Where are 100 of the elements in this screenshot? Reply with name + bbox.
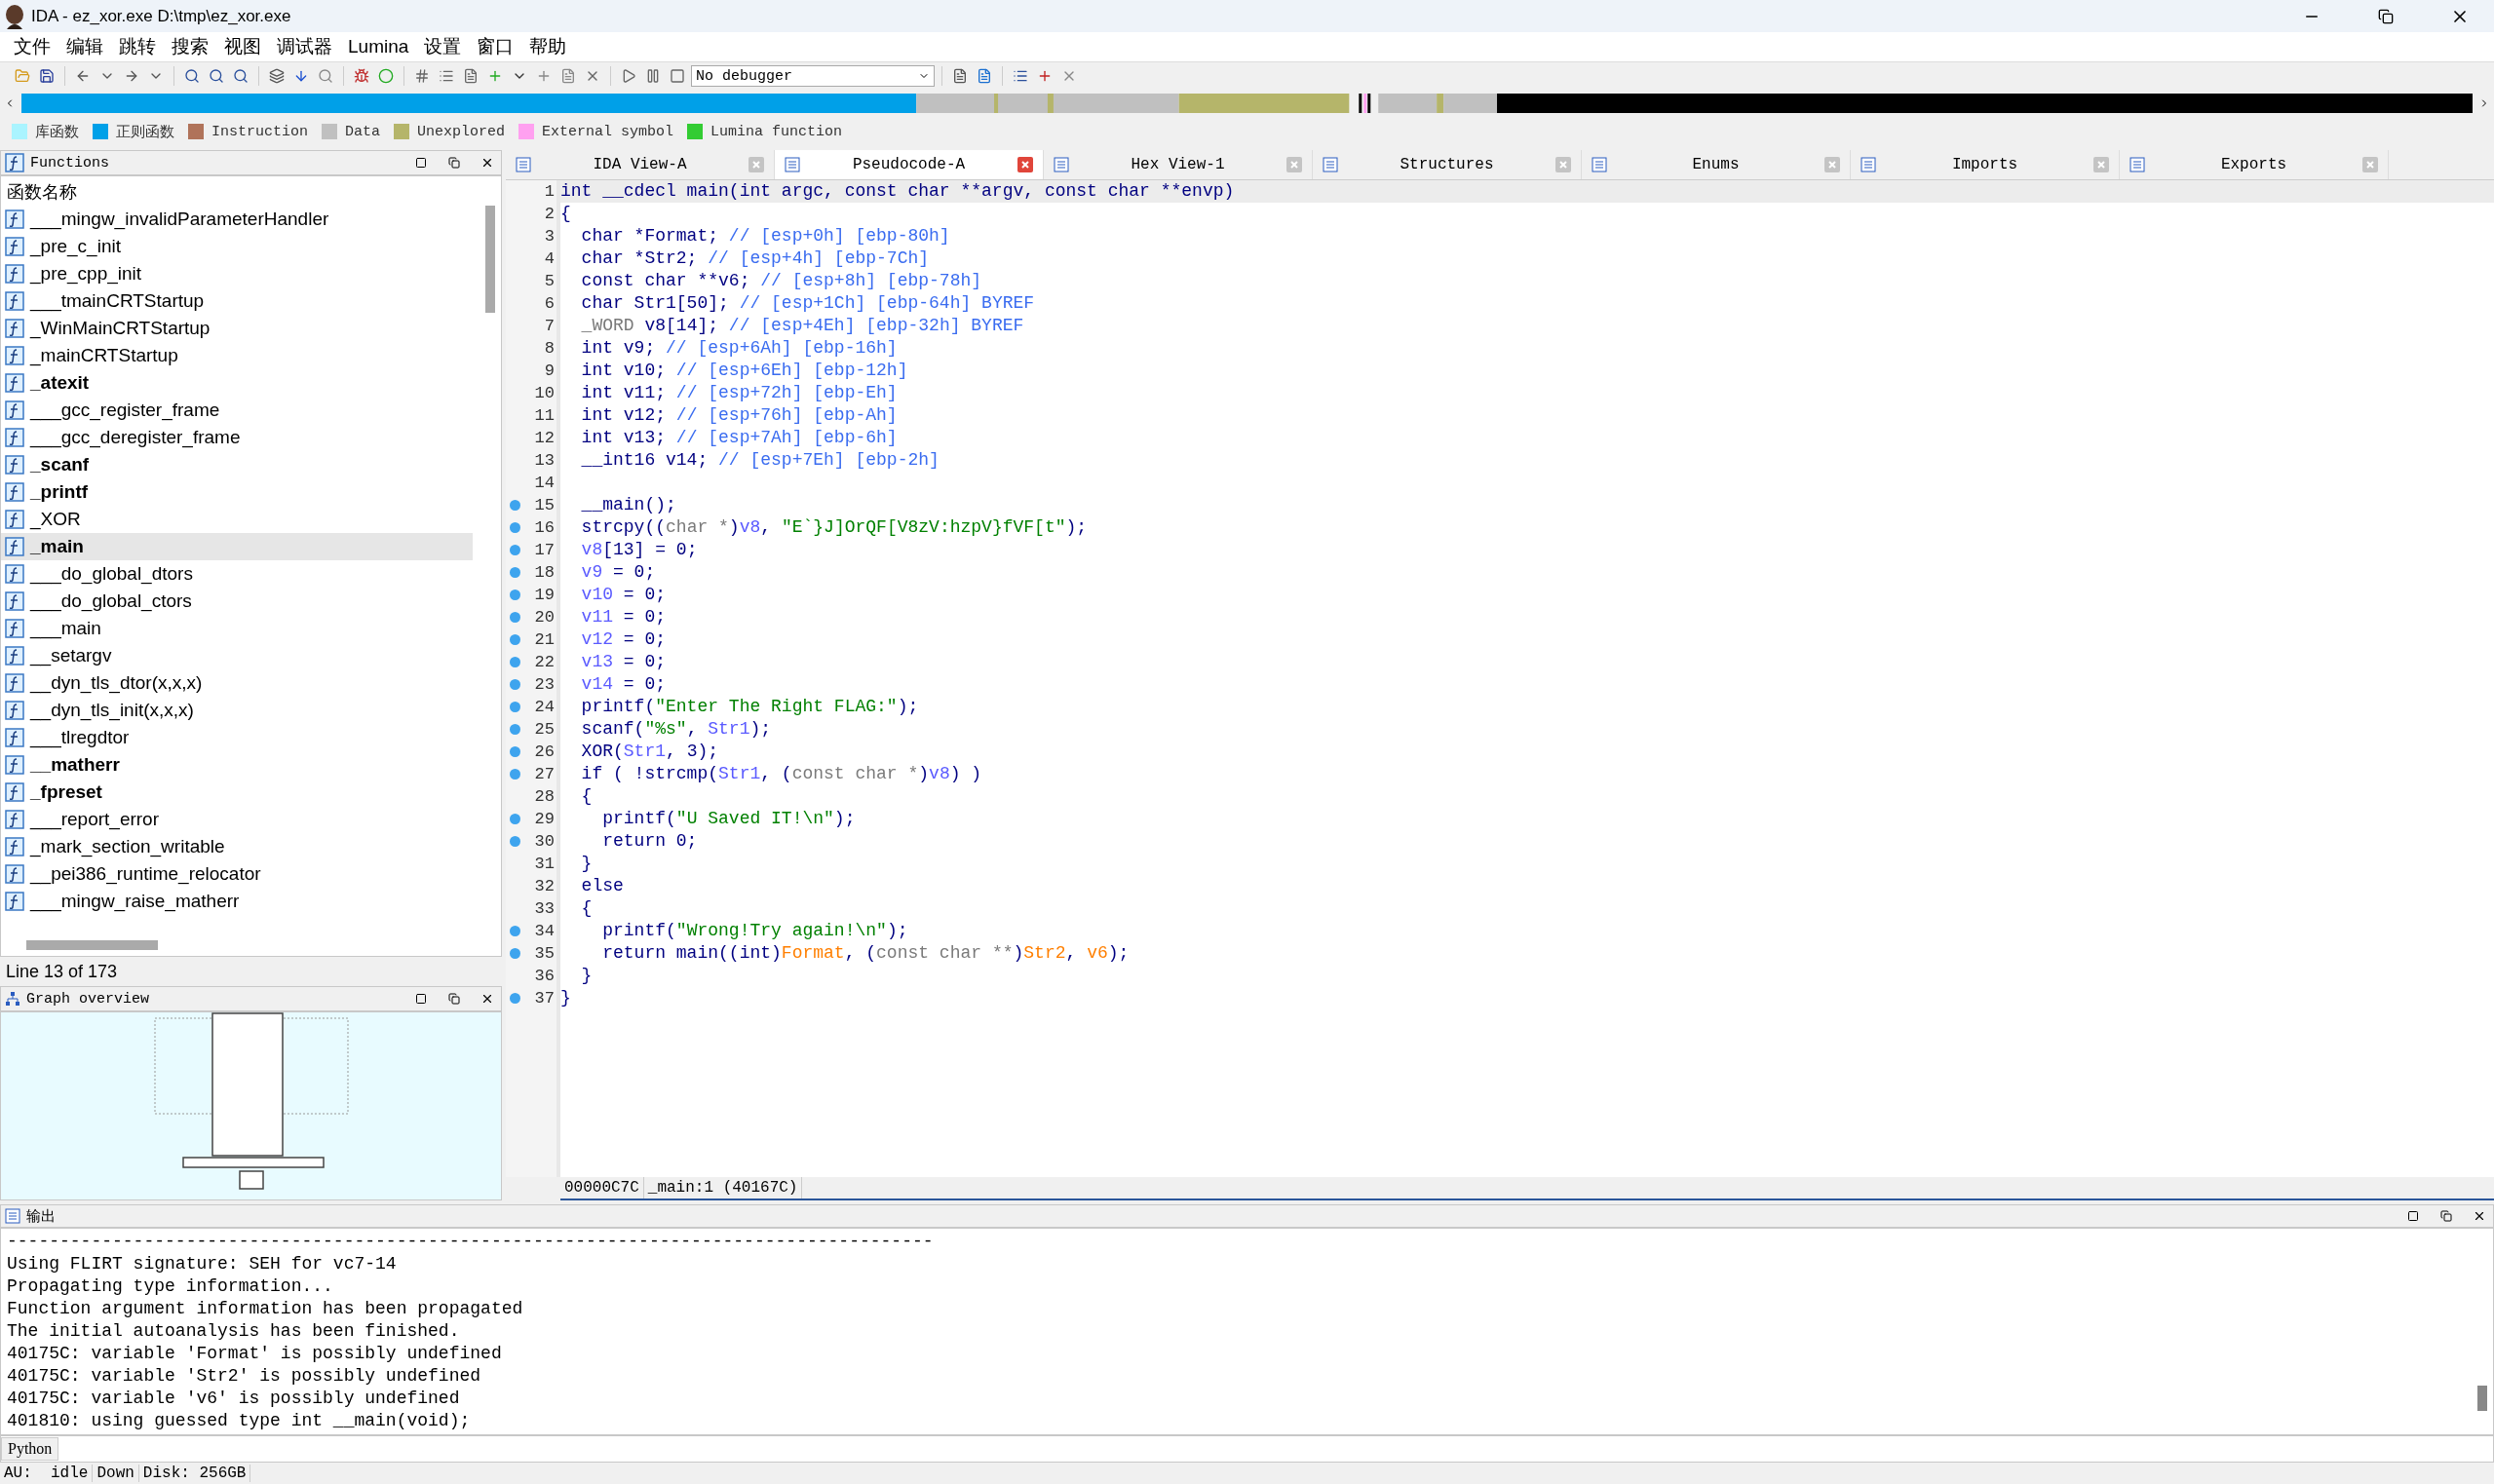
- line-number: 9: [544, 361, 555, 380]
- debugger-dropdown[interactable]: No debugger: [691, 65, 935, 87]
- function-row[interactable]: _main: [1, 533, 473, 560]
- circle-icon[interactable]: [378, 68, 394, 84]
- menu-item[interactable]: 搜索: [164, 34, 216, 59]
- function-row[interactable]: _printf: [1, 478, 473, 506]
- function-row[interactable]: ___mingw_invalidParameterHandler: [1, 206, 473, 233]
- function-row[interactable]: ___do_global_dtors: [1, 560, 473, 588]
- function-row[interactable]: ___do_global_ctors: [1, 588, 473, 615]
- function-name: _mainCRTStartup: [30, 345, 178, 366]
- float-icon[interactable]: [2440, 1210, 2452, 1222]
- tab[interactable]: Pseudocode-A: [775, 150, 1044, 179]
- maximize-icon[interactable]: [415, 157, 427, 169]
- save-icon[interactable]: [39, 68, 55, 84]
- output-line: Function argument information has been propagated: [7, 1298, 524, 1320]
- search-icon[interactable]: [209, 68, 224, 84]
- function-row[interactable]: ___report_error: [1, 806, 473, 833]
- maximize-icon[interactable]: [2407, 1210, 2419, 1222]
- function-icon: [5, 755, 24, 775]
- restore-icon[interactable]: [2378, 8, 2394, 24]
- function-row[interactable]: __dyn_tls_init(x,x,x): [1, 697, 473, 724]
- function-name: _main: [30, 536, 84, 557]
- view-icon: [1054, 157, 1069, 172]
- line-number: 5: [544, 272, 555, 290]
- function-row[interactable]: _scanf: [1, 451, 473, 478]
- function-row[interactable]: __pei386_runtime_relocator: [1, 860, 473, 888]
- file-icon[interactable]: [463, 68, 479, 84]
- function-row[interactable]: _fpreset: [1, 779, 473, 806]
- function-row[interactable]: __setargv: [1, 642, 473, 669]
- hash-icon[interactable]: [414, 68, 430, 84]
- scrollbar[interactable]: [485, 206, 495, 313]
- function-row[interactable]: _mark_section_writable: [1, 833, 473, 860]
- function-row[interactable]: _pre_c_init: [1, 233, 473, 260]
- function-row[interactable]: __matherr: [1, 751, 473, 779]
- close-icon[interactable]: [480, 156, 494, 170]
- line-number: 23: [534, 675, 555, 694]
- file-icon[interactable]: [560, 68, 576, 84]
- code-line: __main();: [580, 494, 677, 516]
- file-icon[interactable]: [952, 68, 968, 84]
- search-icon[interactable]: [318, 68, 333, 84]
- bug-icon[interactable]: [354, 68, 369, 84]
- menu-item[interactable]: Lumina: [340, 36, 417, 57]
- menu-item[interactable]: 窗口: [469, 34, 522, 59]
- search-icon[interactable]: [184, 68, 200, 84]
- function-row[interactable]: ___gcc_register_frame: [1, 397, 473, 424]
- back-icon[interactable]: [75, 68, 91, 84]
- function-icon: [5, 864, 24, 884]
- line-number: 35: [534, 944, 555, 963]
- layers-icon[interactable]: [269, 68, 285, 84]
- code-line: v12 = 0;: [580, 628, 668, 651]
- close-icon[interactable]: [2473, 1209, 2486, 1223]
- function-icon: [5, 373, 24, 393]
- function-row[interactable]: _WinMainCRTStartup: [1, 315, 473, 342]
- list-icon[interactable]: [439, 68, 454, 84]
- menu-item[interactable]: 调试器: [269, 34, 340, 59]
- forward-icon[interactable]: [124, 68, 139, 84]
- scrollbar[interactable]: [26, 940, 158, 950]
- search-icon[interactable]: [233, 68, 249, 84]
- line-number: 15: [534, 496, 555, 514]
- line-number: 31: [534, 855, 555, 873]
- function-icon: [5, 837, 24, 856]
- menu-item[interactable]: 编辑: [58, 34, 111, 59]
- code-line: strcpy((char *)v8, "E`}J]OrQF[V8zV:hzpV}fVF[t");: [580, 516, 1089, 539]
- function-row[interactable]: ___tmainCRTStartup: [1, 287, 473, 315]
- close-tab-icon[interactable]: [1017, 157, 1033, 172]
- function-row[interactable]: _pre_cpp_init: [1, 260, 473, 287]
- close-icon[interactable]: [480, 992, 494, 1006]
- function-row[interactable]: _atexit: [1, 369, 473, 397]
- file-icon[interactable]: [977, 68, 992, 84]
- play-icon[interactable]: [621, 68, 636, 84]
- function-name: ___mingw_raise_matherr: [30, 891, 240, 912]
- function-icon: [5, 564, 24, 584]
- function-row[interactable]: _mainCRTStartup: [1, 342, 473, 369]
- scrollbar[interactable]: [2477, 1386, 2487, 1411]
- line-number: 22: [534, 653, 555, 671]
- plus-icon[interactable]: [1037, 68, 1053, 84]
- function-row[interactable]: _XOR: [1, 506, 473, 533]
- view-icon: [2129, 157, 2145, 172]
- function-row[interactable]: ___main: [1, 615, 473, 642]
- menu-item[interactable]: 文件: [6, 34, 58, 59]
- menu-item[interactable]: 帮助: [521, 34, 575, 59]
- function-row[interactable]: __dyn_tls_dtor(x,x,x): [1, 669, 473, 697]
- function-row[interactable]: ___tlregdtor: [1, 724, 473, 751]
- function-row[interactable]: ___gcc_deregister_frame: [1, 424, 473, 451]
- column-header: 函数名称: [6, 181, 78, 204]
- list-icon[interactable]: [1013, 68, 1028, 84]
- menu-item[interactable]: 设置: [416, 34, 470, 59]
- function-row[interactable]: ___mingw_raise_matherr: [1, 888, 473, 915]
- menu-item[interactable]: 视图: [216, 34, 269, 59]
- function-icon: [5, 400, 24, 420]
- function-name: __pei386_runtime_relocator: [30, 863, 261, 885]
- pause-icon[interactable]: [645, 68, 661, 84]
- menu-item[interactable]: 跳转: [111, 34, 164, 59]
- float-icon[interactable]: [448, 157, 460, 169]
- function-icon: [5, 482, 24, 502]
- float-icon[interactable]: [448, 993, 460, 1005]
- line-status: Line 13 of 173: [5, 960, 119, 983]
- maximize-icon[interactable]: [415, 993, 427, 1005]
- function-icon: [5, 428, 24, 447]
- stop-icon[interactable]: [670, 68, 685, 84]
